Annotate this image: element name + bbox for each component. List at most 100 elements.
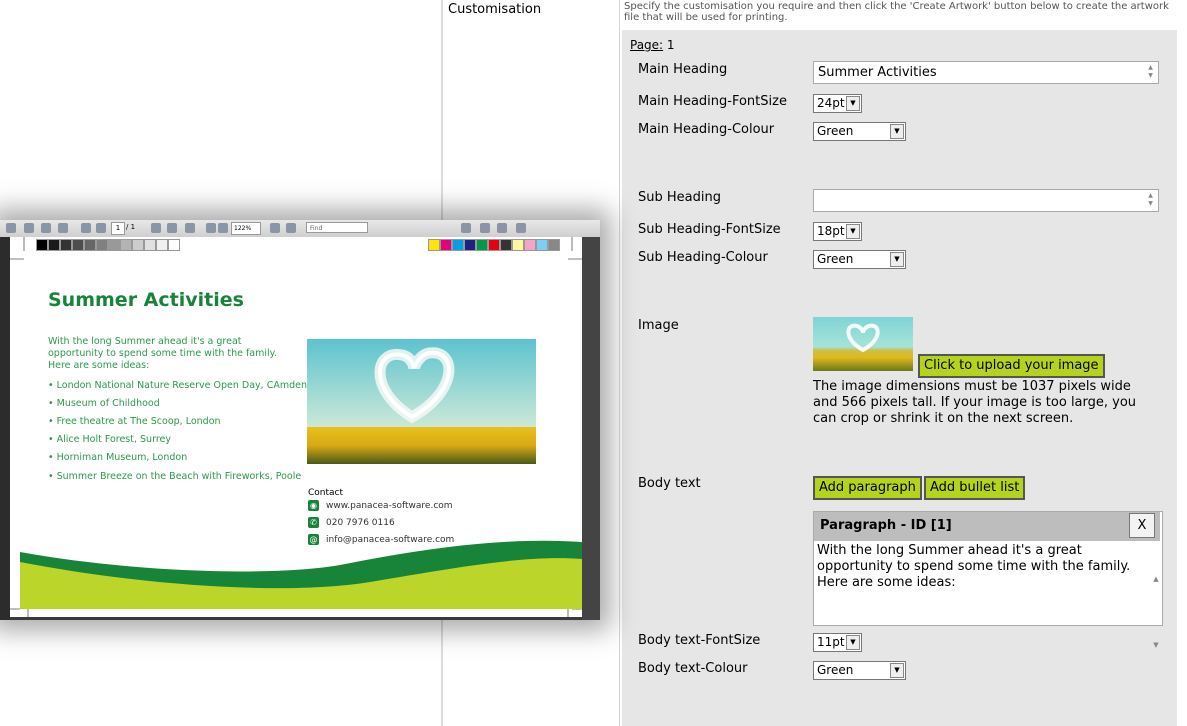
close-paragraph-button[interactable]: X bbox=[1129, 513, 1155, 538]
main-heading-colour-select[interactable]: Green ▼ bbox=[813, 122, 906, 141]
preview-bullet: • Free theatre at The Scoop, London bbox=[48, 416, 221, 427]
add-paragraph-button[interactable]: Add paragraph bbox=[813, 476, 922, 500]
preview-contact-web: ◉ www.panacea-software.com bbox=[308, 500, 453, 511]
grayscale-swatch bbox=[120, 239, 132, 251]
color-swatch bbox=[464, 239, 476, 251]
viewer-scrollbar[interactable] bbox=[582, 237, 600, 620]
grayscale-swatch bbox=[108, 239, 120, 251]
color-swatch bbox=[524, 239, 536, 251]
grayscale-swatch bbox=[144, 239, 156, 251]
tag-icon[interactable] bbox=[497, 223, 507, 233]
sub-heading-label: Sub Heading bbox=[638, 190, 721, 205]
comment-icon[interactable] bbox=[461, 223, 471, 233]
sub-heading-fontsize-select[interactable]: 18pt ▼ bbox=[813, 222, 862, 241]
color-swatch bbox=[548, 239, 560, 251]
print-icon[interactable] bbox=[6, 223, 16, 233]
page-tool-icon[interactable] bbox=[516, 223, 526, 233]
sign-icon[interactable] bbox=[480, 223, 490, 233]
color-swatch bbox=[476, 239, 488, 251]
preview-contact-phone: ✆ 020 7976 0116 bbox=[308, 517, 395, 528]
preview-bullet: • Horniman Museum, London bbox=[48, 452, 188, 463]
pdf-viewer: 1 / 1 122% Find Summer Activities With t… bbox=[0, 220, 600, 620]
hand-tool-icon[interactable] bbox=[167, 223, 177, 233]
fit-width-icon[interactable] bbox=[286, 223, 296, 233]
preview-intro: With the long Summer ahead it's a great … bbox=[48, 336, 277, 371]
preview-bullet: • Summer Breeze on the Beach with Firewo… bbox=[48, 471, 302, 482]
color-swatch bbox=[440, 239, 452, 251]
preview-bullet: • Alice Holt Forest, Surrey bbox=[48, 434, 171, 445]
preview-photo bbox=[307, 339, 536, 464]
save-icon[interactable] bbox=[24, 223, 34, 233]
image-label: Image bbox=[638, 318, 679, 333]
chevron-down-icon: ▼ bbox=[890, 252, 904, 267]
preview-bullet-text: Museum of Childhood bbox=[56, 398, 160, 409]
paragraph-textarea[interactable]: With the long Summer ahead it's a great … bbox=[814, 542, 1160, 624]
textarea-scroll-icon: ▲ ▼ bbox=[1153, 575, 1159, 649]
grayscale-swatch bbox=[132, 239, 144, 251]
preview-bullet-text: London National Nature Reserve Open Day,… bbox=[56, 380, 307, 391]
add-bullet-list-button[interactable]: Add bullet list bbox=[924, 476, 1026, 500]
previous-page-icon[interactable] bbox=[81, 223, 91, 233]
zoom-out-icon[interactable] bbox=[206, 223, 216, 233]
preview-bullet: • Museum of Childhood bbox=[48, 398, 160, 409]
preview-bullet-text: Alice Holt Forest, Surrey bbox=[56, 434, 171, 445]
body-text-colour-label: Body text-Colour bbox=[638, 661, 748, 676]
body-text-label: Body text bbox=[638, 476, 701, 491]
color-swatch bbox=[428, 239, 440, 251]
preview-contact-title: Contact bbox=[308, 488, 344, 498]
main-heading-colour-label: Main Heading-Colour bbox=[638, 122, 775, 137]
chevron-down-icon: ▼ bbox=[846, 96, 860, 111]
grayscale-swatch bbox=[72, 239, 84, 251]
section-label: Customisation bbox=[448, 2, 542, 17]
body-text-colour-select[interactable]: Green ▼ bbox=[813, 661, 906, 680]
mouse-icon: ◉ bbox=[308, 500, 319, 511]
share-icon[interactable] bbox=[58, 223, 68, 233]
preview-bullet-text: Free theatre at The Scoop, London bbox=[56, 416, 221, 427]
select-tool-icon[interactable] bbox=[151, 223, 161, 233]
image-thumbnail bbox=[813, 317, 913, 371]
preview-bullet-text: Horniman Museum, London bbox=[56, 452, 188, 463]
page-label: Page: bbox=[630, 38, 664, 52]
sub-heading-input[interactable]: ▲ ▼ bbox=[813, 189, 1159, 212]
grayscale-swatch bbox=[36, 239, 48, 251]
chevron-down-icon: ▼ bbox=[846, 224, 860, 239]
instructions-text: Specify the customisation you require an… bbox=[624, 1, 1169, 23]
email-icon[interactable] bbox=[41, 223, 51, 233]
viewer-left-edge bbox=[0, 237, 10, 620]
image-dimensions-note: The image dimensions must be 1037 pixels… bbox=[813, 379, 1137, 426]
grayscale-swatch bbox=[60, 239, 72, 251]
upload-image-button[interactable]: Click to upload your image bbox=[918, 354, 1105, 378]
main-heading-input[interactable]: Summer Activities ▲ ▼ bbox=[813, 61, 1159, 84]
grayscale-swatch bbox=[156, 239, 168, 251]
body-text-fontsize-select[interactable]: 11pt ▼ bbox=[813, 633, 862, 652]
pdf-toolbar: 1 / 1 122% Find bbox=[0, 220, 600, 237]
grayscale-swatch bbox=[48, 239, 60, 251]
preview-contact-web-text: www.panacea-software.com bbox=[326, 501, 453, 511]
body-text-fontsize-value: 11pt bbox=[817, 635, 845, 649]
main-heading-colour-value: Green bbox=[817, 124, 854, 138]
sub-heading-colour-select[interactable]: Green ▼ bbox=[813, 250, 906, 269]
zoom-in-icon[interactable] bbox=[218, 223, 228, 233]
zoom-tool-icon[interactable] bbox=[185, 223, 195, 233]
grayscale-swatch bbox=[168, 239, 180, 251]
page-total: / 1 bbox=[126, 223, 136, 231]
preview-wave-decoration bbox=[20, 540, 582, 609]
chevron-down-icon: ▼ bbox=[890, 663, 904, 678]
heart-cloud-icon bbox=[846, 323, 880, 353]
fit-page-icon[interactable] bbox=[270, 223, 280, 233]
zoom-level-select[interactable]: 122% bbox=[231, 222, 261, 235]
preview-contact-phone-text: 020 7976 0116 bbox=[326, 518, 395, 528]
find-input[interactable]: Find bbox=[306, 222, 368, 233]
color-swatch bbox=[536, 239, 548, 251]
textbox-spin-icon: ▲ ▼ bbox=[1148, 192, 1153, 207]
main-heading-fontsize-value: 24pt bbox=[817, 96, 845, 110]
main-heading-value: Summer Activities bbox=[818, 65, 937, 80]
next-page-icon[interactable] bbox=[96, 223, 106, 233]
phone-icon: ✆ bbox=[308, 517, 319, 528]
chevron-down-icon: ▼ bbox=[846, 635, 860, 650]
page-number: 1 bbox=[666, 38, 675, 52]
page-number-input[interactable]: 1 bbox=[111, 222, 125, 235]
main-heading-fontsize-select[interactable]: 24pt ▼ bbox=[813, 94, 862, 113]
paragraph-header: Paragraph - ID [1] X bbox=[814, 512, 1160, 541]
main-heading-label: Main Heading bbox=[638, 62, 728, 77]
